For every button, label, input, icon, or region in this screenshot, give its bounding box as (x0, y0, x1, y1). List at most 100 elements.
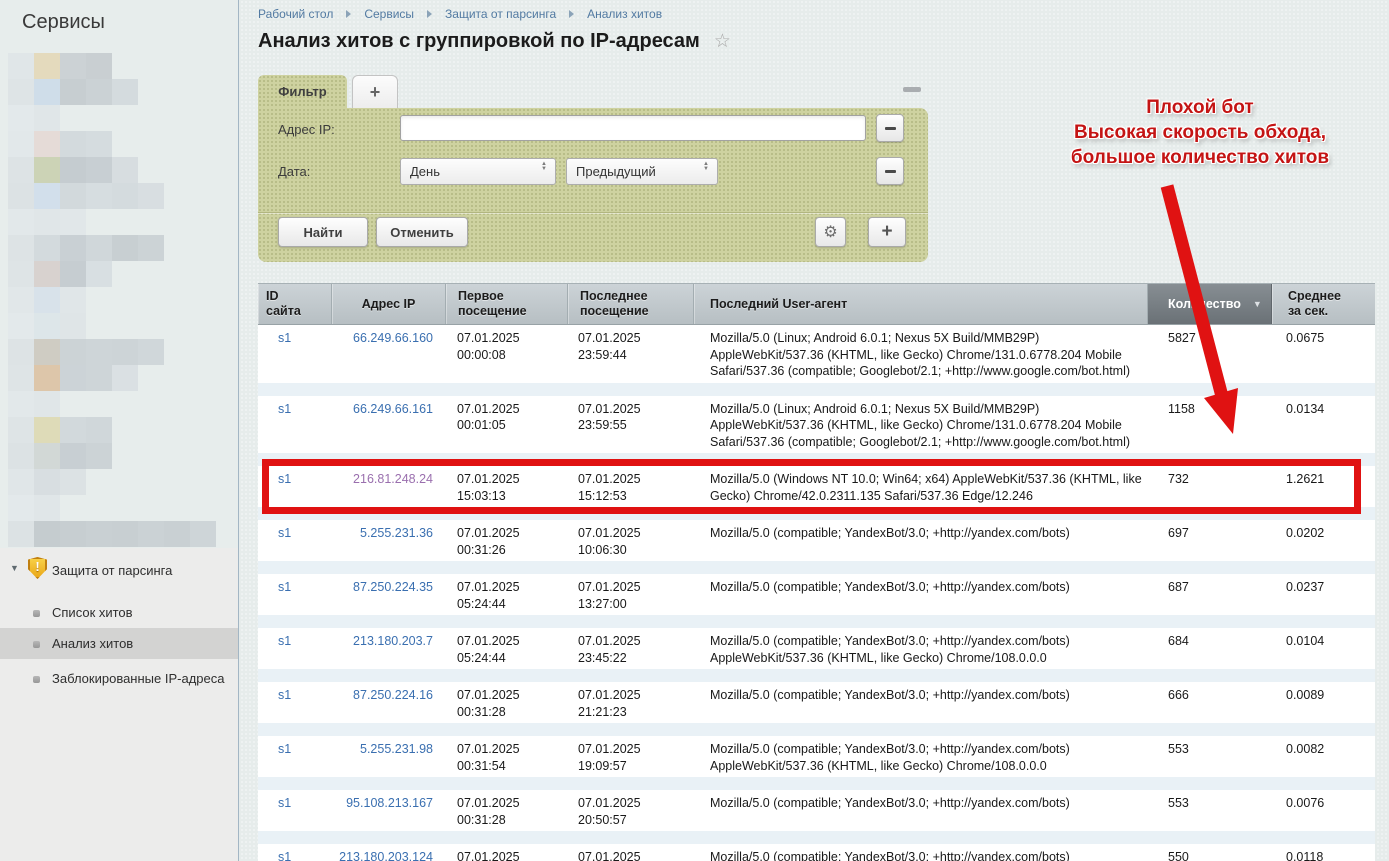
column-header-label: Количество (1168, 297, 1241, 312)
censored-pixel (60, 79, 86, 105)
main-content: Рабочий стол Сервисы Защита от парсинга Ана… (240, 0, 1389, 861)
remove-date-filter-button[interactable] (876, 157, 904, 185)
date-period-select[interactable]: День ▲▼ (400, 158, 556, 185)
table-row[interactable]: s15.255.231.3607.01.202500:31:2607.01.20… (258, 520, 1375, 574)
cell-site-id: s1 (258, 795, 332, 828)
settings-gear-button[interactable]: ⚙ (815, 217, 846, 247)
collapse-filter-button[interactable] (903, 87, 921, 92)
add-condition-button[interactable]: + (868, 217, 906, 247)
censored-block (8, 521, 216, 547)
site-id-link[interactable]: s1 (278, 688, 291, 702)
cell-last-visit: 07.01.202515:12:53 (568, 471, 694, 504)
ip-address-link[interactable]: 216.81.248.24 (353, 472, 433, 486)
breadcrumb-item[interactable]: Защита от парсинга (445, 7, 556, 21)
table-row[interactable]: s166.249.66.16007.01.202500:00:0807.01.2… (258, 325, 1375, 396)
cell-first-visit: 07.01.202505:24:44 (446, 579, 568, 612)
column-header-6[interactable]: Среднее за сек. (1272, 284, 1375, 324)
column-header-5[interactable]: Количество▼ (1148, 284, 1272, 324)
tab-filter[interactable]: Фильтр (258, 75, 347, 108)
bullet-icon (33, 610, 40, 617)
sidebar-item-parsing-protection[interactable]: ▼ ! Защита от парсинга (0, 554, 238, 586)
cell-first-visit: 07.01.202500:31:28 (446, 795, 568, 828)
breadcrumb-item[interactable]: Сервисы (364, 7, 414, 21)
table-row[interactable]: s195.108.213.16707.01.202500:31:2807.01.… (258, 790, 1375, 844)
censored-block (8, 469, 86, 495)
column-header-1[interactable]: Адрес IP (332, 284, 446, 324)
ip-address-link[interactable]: 5.255.231.98 (360, 742, 433, 756)
censored-pixel (34, 287, 60, 313)
remove-ip-filter-button[interactable] (876, 114, 904, 142)
censored-pixel (8, 235, 34, 261)
site-id-link[interactable]: s1 (278, 472, 291, 486)
column-header-4[interactable]: Последний User-агент (694, 284, 1148, 324)
censored-pixel (86, 183, 112, 209)
cell-count: 697 (1148, 525, 1272, 558)
ip-address-link[interactable]: 95.108.213.167 (346, 796, 433, 810)
table-row[interactable]: s1216.81.248.2407.01.202515:03:1307.01.2… (258, 466, 1375, 520)
censored-pixel (34, 261, 60, 287)
annotation-line: большое количество хитов (1020, 145, 1380, 170)
site-id-link[interactable]: s1 (278, 402, 291, 416)
add-filter-tab-button[interactable]: + (352, 75, 398, 108)
ip-address-link[interactable]: 87.250.224.16 (353, 688, 433, 702)
table-row[interactable]: s15.255.231.9807.01.202500:31:5407.01.20… (258, 736, 1375, 790)
censored-pixel (112, 339, 138, 365)
censored-pixel (34, 209, 60, 235)
ip-address-link[interactable]: 213.180.203.124 (339, 850, 433, 861)
ip-address-link[interactable]: 87.250.224.35 (353, 580, 433, 594)
censored-pixel (60, 287, 86, 313)
spinner-arrows-icon: ▲▼ (541, 162, 547, 172)
censored-pixel (34, 417, 60, 443)
sidebar-item-hit-analysis[interactable]: Анализ хитов (0, 628, 238, 659)
breadcrumb-item[interactable]: Анализ хитов (587, 7, 662, 21)
sidebar-item-hit-list[interactable]: Список хитов (0, 597, 238, 628)
cell-first-visit: 07.01.2025 (446, 849, 568, 861)
table-row[interactable]: s1213.180.203.12407.01.202507.01.2025Moz… (258, 844, 1375, 861)
site-id-link[interactable]: s1 (278, 580, 291, 594)
column-header-3[interactable]: Последнее посещение (568, 284, 694, 324)
censored-pixel (34, 53, 60, 79)
censored-pixel (86, 261, 112, 287)
favorite-star-icon[interactable]: ☆ (714, 31, 731, 52)
cell-first-visit: 07.01.202500:31:54 (446, 741, 568, 774)
column-header-0[interactable]: ID сайта (258, 284, 332, 324)
site-id-link[interactable]: s1 (278, 796, 291, 810)
cell-first-visit: 07.01.202505:24:44 (446, 633, 568, 666)
date-relative-select[interactable]: Предыдущий ▲▼ (566, 158, 718, 185)
cancel-button[interactable]: Отменить (376, 217, 468, 247)
sidebar-item-blocked-ips[interactable]: Заблокированные IP-адреса (0, 663, 238, 694)
column-header-label: ID сайта (266, 289, 301, 319)
cell-user-agent: Mozilla/5.0 (compatible; YandexBot/3.0; … (694, 525, 1148, 558)
cell-count: 687 (1148, 579, 1272, 612)
table-row[interactable]: s1213.180.203.707.01.202505:24:4407.01.2… (258, 628, 1375, 682)
table-row[interactable]: s187.250.224.1607.01.202500:31:2807.01.2… (258, 682, 1375, 736)
sidebar-item-label: Список хитов (52, 605, 133, 620)
ip-address-link[interactable]: 5.255.231.36 (360, 526, 433, 540)
site-id-link[interactable]: s1 (278, 850, 291, 861)
ip-address-link[interactable]: 213.180.203.7 (353, 634, 433, 648)
censored-block (8, 495, 60, 521)
cell-site-id: s1 (258, 849, 332, 861)
find-button[interactable]: Найти (278, 217, 368, 247)
ip-address-link[interactable]: 66.249.66.160 (353, 331, 433, 345)
site-id-link[interactable]: s1 (278, 526, 291, 540)
site-id-link[interactable]: s1 (278, 742, 291, 756)
censored-pixel (138, 183, 164, 209)
cell-site-id: s1 (258, 401, 332, 451)
censored-pixel (34, 495, 60, 521)
censored-pixel (8, 313, 34, 339)
censored-pixel (34, 391, 60, 417)
cell-avg-per-sec: 0.0675 (1272, 330, 1375, 380)
column-header-2[interactable]: Первое посещение (446, 284, 568, 324)
table-row[interactable]: s187.250.224.3507.01.202505:24:4407.01.2… (258, 574, 1375, 628)
breadcrumb-item[interactable]: Рабочий стол (258, 7, 333, 21)
table-row[interactable]: s166.249.66.16107.01.202500:01:0507.01.2… (258, 396, 1375, 467)
censored-block (8, 287, 86, 313)
ip-address-input[interactable] (400, 115, 866, 141)
cell-avg-per-sec: 0.0089 (1272, 687, 1375, 720)
site-id-link[interactable]: s1 (278, 331, 291, 345)
censored-pixel (86, 443, 112, 469)
censored-pixel (34, 105, 60, 131)
site-id-link[interactable]: s1 (278, 634, 291, 648)
ip-address-link[interactable]: 66.249.66.161 (353, 402, 433, 416)
